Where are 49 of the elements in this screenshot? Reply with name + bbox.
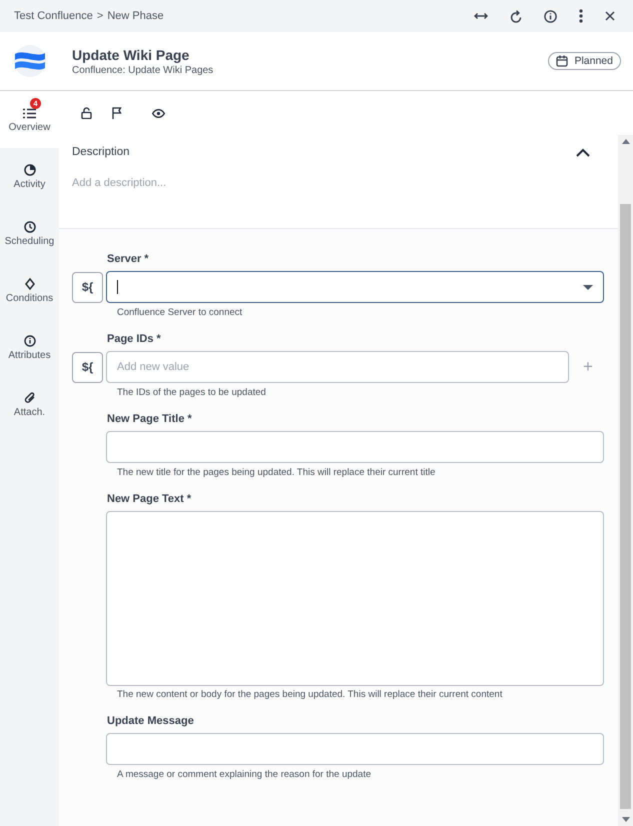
close-icon[interactable] — [605, 11, 615, 21]
clock-icon — [24, 221, 36, 233]
field-hint: The new content or body for the pages being updated. This will replace their current content — [117, 689, 504, 700]
more-icon[interactable] — [579, 9, 583, 23]
status-label: Planned — [574, 55, 613, 67]
expression-button[interactable]: ${ — [72, 272, 103, 302]
field-hint: Confluence Server to connect — [117, 307, 244, 318]
field-label: New Page Text * — [107, 493, 192, 505]
input-field[interactable] — [106, 431, 604, 463]
field-label: Server * — [107, 253, 150, 265]
scroll-down-icon[interactable] — [622, 817, 630, 822]
field-hint: A message or comment explaining the reason for the update — [117, 769, 372, 780]
logo-icon — [14, 45, 46, 77]
pie-chart-icon — [24, 164, 36, 176]
chevron-icon[interactable] — [576, 148, 590, 156]
breadcrumb-current: New Phase — [107, 10, 164, 22]
sidebar-tab[interactable]: Activity — [0, 148, 59, 205]
calendar-icon — [556, 55, 568, 67]
field-hint: The new title for the pages being updated. This will replace their current title — [117, 467, 436, 478]
expand-icon[interactable] — [474, 12, 488, 20]
scrollbar-thumb[interactable] — [620, 204, 631, 809]
eye-icon[interactable] — [152, 108, 165, 118]
expression-button[interactable]: ${ — [72, 352, 103, 382]
info-icon — [24, 335, 36, 347]
section-title: Description — [72, 146, 130, 158]
field-label: Page IDs * — [107, 333, 162, 345]
breadcrumb-separator: > — [96, 10, 104, 22]
server-dropdown[interactable] — [106, 271, 604, 303]
sidebar-tab[interactable]: Attach. — [0, 376, 59, 433]
scroll-up-icon[interactable] — [622, 139, 630, 144]
dropdown-arrow-icon[interactable] — [583, 285, 593, 290]
refresh-icon[interactable] — [510, 10, 522, 22]
input-field[interactable]: Add new value — [106, 351, 569, 383]
paperclip-icon — [24, 392, 36, 404]
sidebar-tab[interactable]: Scheduling — [0, 205, 59, 262]
field-label: New Page Title * — [107, 413, 193, 425]
field-hint: The IDs of the pages to be updated — [117, 387, 267, 398]
field-label: Update Message — [107, 715, 195, 727]
sidebar-tab[interactable]: Attributes — [0, 319, 59, 376]
task-title: Update Wiki Page — [72, 46, 190, 62]
unlock-icon[interactable] — [81, 107, 92, 119]
flag-icon[interactable] — [112, 107, 122, 119]
diamond-icon — [24, 278, 34, 290]
sidebar-tab[interactable]: Conditions — [0, 262, 59, 319]
breadcrumb-link[interactable]: Test Confluence — [14, 10, 93, 22]
list-icon — [23, 108, 36, 118]
task-subtitle: Confluence: Update Wiki Pages — [72, 64, 214, 76]
input-field[interactable] — [106, 733, 604, 765]
info-icon[interactable] — [544, 10, 557, 22]
